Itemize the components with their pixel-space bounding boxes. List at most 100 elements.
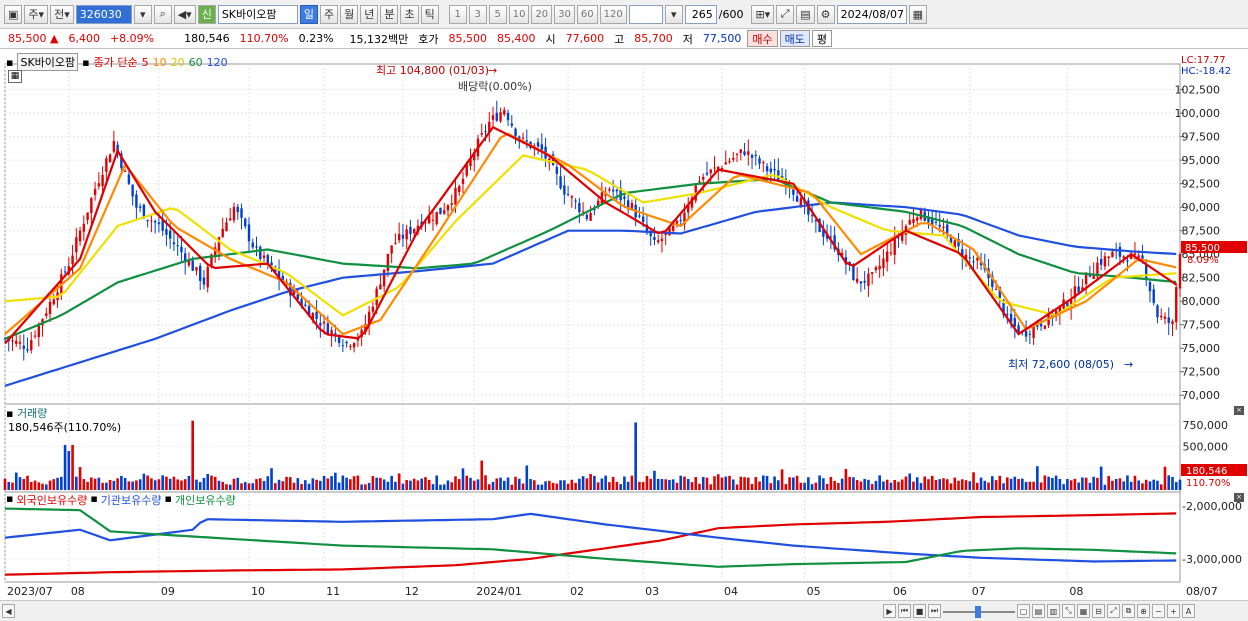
calendar-icon[interactable]: ▦ bbox=[908, 4, 927, 24]
volume-bar bbox=[975, 482, 979, 490]
scroll-track[interactable] bbox=[17, 605, 881, 617]
count-3[interactable]: 3 bbox=[468, 4, 487, 24]
save-icon[interactable]: ▤ bbox=[796, 4, 815, 24]
layout-4-icon[interactable]: ▦ bbox=[1077, 604, 1090, 618]
volume-bar bbox=[777, 480, 780, 490]
mode-select[interactable]: 주 ▾ bbox=[24, 4, 49, 24]
zoom-slider[interactable] bbox=[943, 606, 1015, 618]
zoom-in-icon[interactable]: ⤢ bbox=[1107, 604, 1120, 618]
count-10[interactable]: 10 bbox=[508, 4, 530, 24]
scroll-left-icon[interactable]: ◀ bbox=[2, 604, 15, 618]
layout-1-icon[interactable]: ▢ bbox=[1017, 604, 1030, 618]
candle-body bbox=[705, 172, 709, 175]
volume-bar bbox=[1171, 476, 1174, 490]
sound-icon[interactable]: ◀▾ bbox=[173, 4, 196, 24]
tab-tick[interactable]: 틱 bbox=[420, 4, 439, 24]
count-20[interactable]: 20 bbox=[531, 4, 553, 24]
volume-bar bbox=[409, 480, 412, 490]
open-label: 시 bbox=[545, 32, 556, 46]
count-120[interactable]: 120 bbox=[599, 4, 627, 24]
volume-bar bbox=[746, 477, 750, 490]
volume-bar bbox=[1156, 480, 1159, 490]
volume-bar bbox=[131, 481, 134, 490]
legend-ma-toggle-icon[interactable]: ▪ bbox=[82, 56, 89, 69]
candle-body bbox=[754, 155, 757, 157]
chart-scrollbar[interactable]: ◀ ▶ ⏮ ■ ⏭ ▢ ▤ ▥ ⤡ ▦ ⊟ ⤢ ⧉ ⊕ − + A bbox=[0, 600, 1248, 621]
legend-individual-toggle-icon[interactable]: ▪ bbox=[165, 492, 172, 508]
gear-icon[interactable]: ⚙ bbox=[816, 4, 835, 24]
volume-bar bbox=[964, 480, 968, 490]
layout-5-icon[interactable]: ⊟ bbox=[1092, 604, 1105, 618]
volume-bar bbox=[439, 484, 442, 490]
chart-menu-icon[interactable]: ▣ bbox=[4, 4, 23, 24]
volume-bar bbox=[1084, 477, 1088, 490]
zoom-slider-thumb[interactable] bbox=[975, 606, 981, 618]
tab-minute[interactable]: 분 bbox=[380, 4, 399, 24]
copy-icon[interactable]: ⧉ bbox=[1122, 604, 1135, 618]
stock-chart[interactable]: 102,500 100,000 97,500 95,000 92,500 90,000 87… bbox=[0, 50, 1248, 600]
candle-body bbox=[968, 257, 971, 259]
text-tool-icon[interactable]: A bbox=[1182, 604, 1195, 618]
last-page-icon[interactable]: ⏭ bbox=[928, 604, 941, 618]
candle-body bbox=[1118, 247, 1122, 257]
scroll-right-icon[interactable]: ▶ bbox=[883, 604, 896, 618]
legend-toggle-icon[interactable]: ▪ bbox=[6, 56, 13, 69]
investor-toggle-icon[interactable]: ▪ bbox=[6, 492, 13, 508]
prev-select[interactable]: 전 ▾ bbox=[50, 4, 74, 24]
volume-bar bbox=[289, 477, 292, 490]
candle-body bbox=[1039, 323, 1043, 327]
layout-2-icon[interactable]: ▤ bbox=[1032, 604, 1045, 618]
plus-icon[interactable]: + bbox=[1167, 604, 1180, 618]
close-investor-pane-icon[interactable]: × bbox=[1234, 493, 1244, 502]
resize-icon[interactable]: ⤡ bbox=[1062, 604, 1075, 618]
tab-second[interactable]: 초 bbox=[400, 4, 419, 24]
candle-body bbox=[874, 267, 878, 271]
date-input[interactable]: 2024/08/07 bbox=[836, 4, 907, 24]
volume-bar bbox=[645, 475, 649, 490]
legend-stock-name[interactable]: SK바이오팜 bbox=[17, 53, 79, 71]
candle-body bbox=[1107, 256, 1110, 259]
tab-month[interactable]: 월 bbox=[340, 4, 359, 24]
count-60[interactable]: 60 bbox=[576, 4, 598, 24]
candle-body bbox=[540, 144, 544, 150]
layout-3-icon[interactable]: ▥ bbox=[1047, 604, 1060, 618]
buy-button[interactable]: 매수 bbox=[747, 30, 778, 47]
tab-week[interactable]: 주 bbox=[319, 4, 339, 24]
candle-body bbox=[176, 245, 179, 247]
volume-bar bbox=[1066, 478, 1069, 490]
volume-bar bbox=[120, 475, 123, 490]
avg-button[interactable]: 평 bbox=[811, 30, 833, 47]
price-tick-label: 100,000 bbox=[1175, 107, 1221, 120]
close-volume-pane-icon[interactable]: × bbox=[1234, 406, 1244, 415]
time-tick-label: 12 bbox=[405, 585, 419, 598]
search-icon[interactable]: ⌕ bbox=[153, 4, 172, 24]
data-table-icon[interactable]: ▦ bbox=[8, 70, 22, 83]
volume-bar bbox=[311, 478, 315, 490]
range-input[interactable]: 265 bbox=[684, 4, 717, 24]
minus-icon[interactable]: − bbox=[1152, 604, 1165, 618]
volume-bar bbox=[953, 477, 957, 490]
candle-body bbox=[240, 208, 243, 218]
tab-year[interactable]: 년 bbox=[360, 4, 379, 24]
count-dropdown-icon[interactable]: ▾ bbox=[664, 4, 683, 24]
lock-icon[interactable]: ⊕ bbox=[1137, 604, 1150, 618]
code-dropdown-icon[interactable]: ▾ bbox=[133, 4, 152, 24]
sell-button[interactable]: 매도 bbox=[779, 30, 810, 47]
legend-institution-toggle-icon[interactable]: ▪ bbox=[90, 492, 97, 508]
volume-bar bbox=[1111, 480, 1114, 490]
count-1[interactable]: 1 bbox=[448, 4, 467, 24]
draw-tool-icon[interactable]: ⤢ bbox=[776, 4, 795, 24]
first-page-icon[interactable]: ⏮ bbox=[898, 604, 911, 618]
count-30[interactable]: 30 bbox=[554, 4, 575, 24]
volume-bar bbox=[461, 468, 465, 490]
stock-code-input[interactable]: 326030 bbox=[75, 4, 132, 24]
chart-type-icon[interactable]: ⊞▾ bbox=[751, 4, 775, 24]
volume-bar bbox=[994, 480, 998, 490]
tab-day[interactable]: 일 bbox=[299, 4, 318, 24]
count-5[interactable]: 5 bbox=[488, 4, 507, 24]
candle-body bbox=[994, 289, 998, 291]
candle-body bbox=[458, 186, 461, 193]
custom-count-input[interactable] bbox=[628, 4, 663, 24]
volume-bar bbox=[315, 479, 318, 490]
stop-icon[interactable]: ■ bbox=[913, 604, 926, 618]
